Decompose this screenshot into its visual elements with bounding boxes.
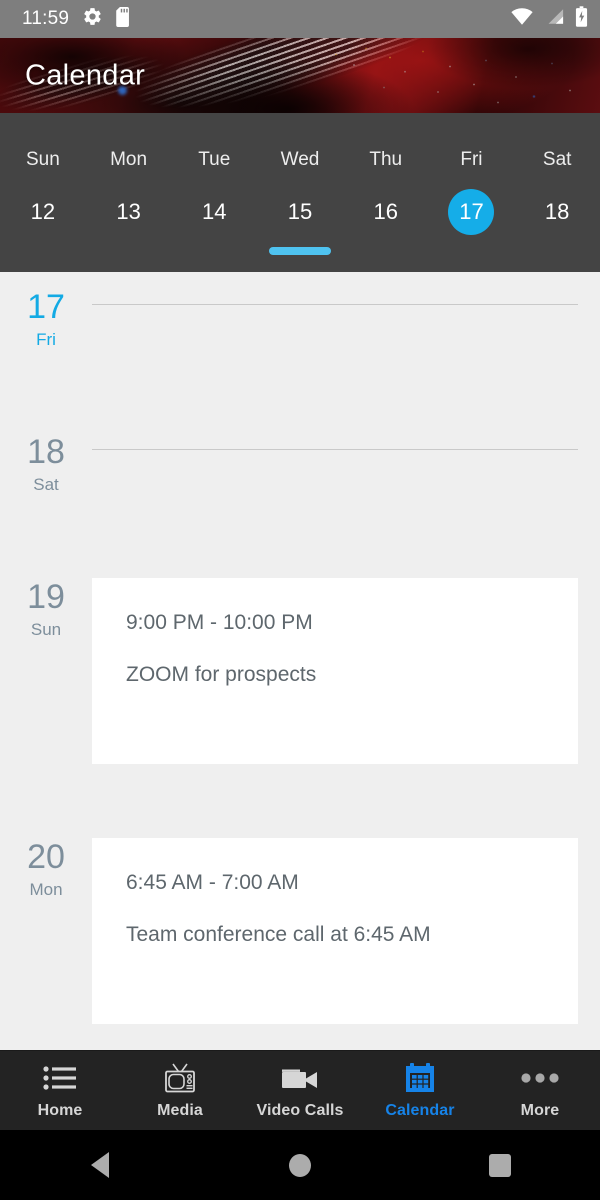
recents-icon[interactable] bbox=[470, 1143, 530, 1187]
expand-calendar-drag-handle[interactable] bbox=[269, 247, 331, 255]
nav-item-video-calls[interactable]: Video Calls bbox=[240, 1051, 360, 1131]
event-time: 9:00 PM - 10:00 PM bbox=[126, 611, 313, 634]
week-date-label: 17 bbox=[448, 189, 495, 235]
week-dow-label: Tue bbox=[198, 149, 231, 170]
event-title: Team conference call at 6:45 AM bbox=[126, 923, 431, 946]
agenda-day-number: 17 bbox=[27, 288, 65, 326]
gear-icon bbox=[82, 6, 103, 32]
week-date-label: 13 bbox=[116, 199, 141, 224]
week-date-label: 12 bbox=[30, 199, 56, 224]
agenda-day-20[interactable]: 20 Mon 6:45 AM - 7:00 AM Team conference… bbox=[0, 822, 600, 1024]
week-strip-dow-cell: Thu bbox=[343, 113, 429, 171]
phone-screen: 11:59 Calendar Sun Mon Tue Wed Thu Fri S… bbox=[0, 0, 600, 1200]
nav-item-home[interactable]: Home bbox=[0, 1051, 120, 1131]
agenda-day-date-column: 17 Fri bbox=[0, 272, 92, 417]
status-bar: 11:59 bbox=[0, 0, 600, 38]
agenda-day-events bbox=[92, 272, 600, 417]
week-dow-label: Thu bbox=[369, 149, 403, 170]
week-strip-dow-cell: Mon bbox=[86, 113, 172, 171]
week-date-13[interactable]: 13 bbox=[86, 187, 172, 237]
cellular-signal-icon bbox=[544, 8, 564, 30]
home-icon[interactable] bbox=[270, 1143, 330, 1187]
event-time: 6:45 AM - 7:00 AM bbox=[126, 871, 299, 894]
nav-label: Home bbox=[37, 1102, 83, 1119]
nav-label: Video Calls bbox=[256, 1102, 344, 1119]
week-dow-label: Wed bbox=[280, 149, 320, 170]
agenda-day-18[interactable]: 18 Sat bbox=[0, 417, 600, 562]
agenda-day-weekday: Sat bbox=[33, 475, 59, 494]
agenda-day-date-column: 18 Sat bbox=[0, 417, 92, 562]
agenda-day-date-column: 20 Mon bbox=[0, 822, 92, 1024]
agenda-list[interactable]: 17 Fri 18 Sat 19 Sun 9:00 PM - 10:00 PM … bbox=[0, 272, 600, 1050]
empty-day-spacer bbox=[92, 305, 578, 417]
week-date-label: 14 bbox=[202, 199, 227, 224]
week-date-16[interactable]: 16 bbox=[343, 187, 429, 237]
week-date-18[interactable]: 18 bbox=[514, 187, 600, 237]
week-dow-label: Fri bbox=[460, 149, 483, 170]
agenda-day-weekday: Sun bbox=[30, 620, 62, 639]
week-date-label: 16 bbox=[373, 199, 398, 224]
agenda-day-number: 18 bbox=[27, 433, 65, 471]
wifi-icon bbox=[511, 8, 533, 30]
system-navigation-bar[interactable] bbox=[0, 1130, 600, 1200]
agenda-day-19[interactable]: 19 Sun 9:00 PM - 10:00 PM ZOOM for prosp… bbox=[0, 562, 600, 764]
agenda-day-weekday: Mon bbox=[29, 880, 63, 899]
week-strip-dow-cell: Sat bbox=[514, 113, 600, 171]
video-camera-icon bbox=[280, 1061, 320, 1095]
nav-label: Calendar bbox=[385, 1102, 455, 1119]
week-date-14[interactable]: 14 bbox=[171, 187, 257, 237]
agenda-day-date-column: 19 Sun bbox=[0, 562, 92, 764]
agenda-day-events: 9:00 PM - 10:00 PM ZOOM for prospects bbox=[92, 562, 600, 764]
list-icon bbox=[43, 1061, 77, 1095]
three-dots-icon bbox=[521, 1061, 559, 1095]
event-card[interactable]: 9:00 PM - 10:00 PM ZOOM for prospects bbox=[92, 578, 578, 764]
week-dow-label: Sat bbox=[542, 149, 572, 170]
week-dow-label: Mon bbox=[110, 149, 148, 170]
app-header: Calendar bbox=[0, 38, 600, 113]
agenda-row-gap bbox=[0, 1024, 600, 1050]
week-date-label: 15 bbox=[287, 199, 313, 224]
page-title: Calendar bbox=[25, 59, 146, 91]
nav-label: More bbox=[520, 1102, 560, 1119]
battery-charging-icon bbox=[575, 6, 588, 32]
event-title: ZOOM for prospects bbox=[126, 663, 317, 686]
week-strip-date-row: 12 13 14 15 16 17 18 bbox=[0, 187, 600, 237]
agenda-day-events: 6:45 AM - 7:00 AM Team conference call a… bbox=[92, 822, 600, 1024]
week-date-15[interactable]: 15 bbox=[257, 187, 343, 237]
event-card[interactable]: 6:45 AM - 7:00 AM Team conference call a… bbox=[92, 838, 578, 1024]
tv-icon bbox=[162, 1061, 198, 1095]
back-icon[interactable] bbox=[70, 1143, 130, 1187]
bottom-navigation-bar[interactable]: Home Media Video Calls Calendar More bbox=[0, 1050, 600, 1130]
agenda-day-events bbox=[92, 417, 600, 562]
nav-item-media[interactable]: Media bbox=[120, 1051, 240, 1131]
agenda-day-number: 20 bbox=[27, 838, 65, 876]
status-bar-right bbox=[511, 6, 588, 32]
nav-item-more[interactable]: More bbox=[480, 1051, 600, 1131]
status-bar-left: 11:59 bbox=[12, 6, 131, 32]
nav-label: Media bbox=[157, 1102, 203, 1119]
agenda-day-weekday: Fri bbox=[36, 330, 56, 349]
agenda-row-gap bbox=[0, 764, 600, 822]
agenda-day-number: 19 bbox=[27, 578, 65, 616]
week-dow-label: Sun bbox=[25, 149, 60, 170]
week-strip-dow-cell: Sun bbox=[0, 113, 86, 171]
nav-item-calendar[interactable]: Calendar bbox=[360, 1051, 480, 1131]
calendar-icon bbox=[404, 1061, 436, 1095]
empty-day-spacer bbox=[92, 450, 578, 562]
week-date-17-selected[interactable]: 17 bbox=[429, 187, 515, 237]
week-date-label: 18 bbox=[544, 199, 570, 224]
week-strip-dow-cell: Wed bbox=[257, 113, 343, 171]
week-strip-dow-cell: Fri bbox=[429, 113, 515, 171]
week-strip-dow-cell: Tue bbox=[171, 113, 257, 171]
week-strip-dow-row: Sun Mon Tue Wed Thu Fri Sat bbox=[0, 113, 600, 171]
status-bar-clock: 11:59 bbox=[22, 8, 70, 29]
agenda-day-17[interactable]: 17 Fri bbox=[0, 272, 600, 417]
week-date-12[interactable]: 12 bbox=[0, 187, 86, 237]
week-strip[interactable]: Sun Mon Tue Wed Thu Fri Sat 12 13 14 15 … bbox=[0, 113, 600, 272]
sd-card-icon bbox=[116, 6, 131, 32]
